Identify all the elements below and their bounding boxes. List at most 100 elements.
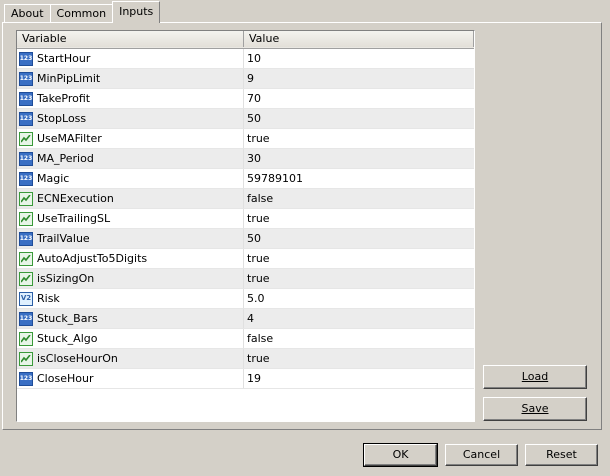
- value-cell[interactable]: 10: [244, 49, 474, 68]
- tab-strip: About Common Inputs: [4, 1, 161, 23]
- variable-name: UseTrailingSL: [37, 212, 111, 225]
- integer-icon: 123: [19, 151, 33, 166]
- integer-icon: 123: [19, 111, 33, 126]
- table-row[interactable]: 123 Magic 59789101: [17, 169, 474, 189]
- value-cell[interactable]: false: [244, 189, 474, 208]
- integer-icon: 123: [19, 311, 33, 326]
- value-cell[interactable]: 4: [244, 309, 474, 328]
- variable-name: CloseHour: [37, 372, 94, 385]
- value-text: 10: [247, 52, 261, 65]
- value-cell[interactable]: true: [244, 249, 474, 268]
- value-text: 59789101: [247, 172, 303, 185]
- variable-cell: 123 StartHour: [17, 49, 244, 68]
- column-header-value[interactable]: Value: [244, 31, 474, 47]
- variable-name: TrailValue: [37, 232, 90, 245]
- variable-cell: 123 MinPipLimit: [17, 69, 244, 88]
- value-text: 5.0: [247, 292, 265, 305]
- variable-cell: 123 StopLoss: [17, 109, 244, 128]
- boolean-icon: [19, 331, 33, 346]
- value-cell[interactable]: 19: [244, 369, 474, 388]
- table-row[interactable]: isSizingOn true: [17, 269, 474, 289]
- variable-cell: 123 Magic: [17, 169, 244, 188]
- boolean-icon: [19, 211, 33, 226]
- tab-about[interactable]: About: [4, 4, 51, 23]
- value-text: 50: [247, 232, 261, 245]
- reset-button[interactable]: Reset: [525, 444, 598, 466]
- save-button[interactable]: Save: [483, 397, 587, 421]
- table-row[interactable]: 123 Stuck_Bars 4: [17, 309, 474, 329]
- table-row[interactable]: 123 StartHour 10: [17, 49, 474, 69]
- value-cell[interactable]: true: [244, 209, 474, 228]
- grid-rows: 123 StartHour 10 123 MinPipLimit 9 123 TakeProf…: [17, 49, 474, 389]
- variable-name: StopLoss: [37, 112, 87, 125]
- value-cell[interactable]: 50: [244, 229, 474, 248]
- integer-icon: 123: [19, 231, 33, 246]
- value-cell[interactable]: true: [244, 349, 474, 368]
- value-text: true: [247, 252, 270, 265]
- variable-cell: 123 CloseHour: [17, 369, 244, 388]
- variable-name: isCloseHourOn: [37, 352, 118, 365]
- boolean-icon: [19, 191, 33, 206]
- table-row[interactable]: UseMAFilter true: [17, 129, 474, 149]
- variable-cell: isSizingOn: [17, 269, 244, 288]
- value-text: true: [247, 212, 270, 225]
- value-cell[interactable]: 50: [244, 109, 474, 128]
- value-text: 70: [247, 92, 261, 105]
- table-row[interactable]: isCloseHourOn true: [17, 349, 474, 369]
- table-row[interactable]: ECNExecution false: [17, 189, 474, 209]
- cancel-button[interactable]: Cancel: [445, 444, 518, 466]
- value-text: 4: [247, 312, 254, 325]
- value-cell[interactable]: 5.0: [244, 289, 474, 308]
- table-row[interactable]: Stuck_Algo false: [17, 329, 474, 349]
- integer-icon: 123: [19, 91, 33, 106]
- value-cell[interactable]: true: [244, 129, 474, 148]
- variable-name: Stuck_Bars: [37, 312, 98, 325]
- variable-cell: 123 TrailValue: [17, 229, 244, 248]
- table-row[interactable]: 123 TakeProfit 70: [17, 89, 474, 109]
- value-text: 50: [247, 112, 261, 125]
- variable-name: MA_Period: [37, 152, 94, 165]
- integer-icon: 123: [19, 371, 33, 386]
- variable-cell: AutoAdjustTo5Digits: [17, 249, 244, 268]
- table-row[interactable]: 123 MinPipLimit 9: [17, 69, 474, 89]
- tab-common[interactable]: Common: [49, 4, 114, 23]
- table-row[interactable]: 123 TrailValue 50: [17, 229, 474, 249]
- value-cell[interactable]: 59789101: [244, 169, 474, 188]
- value-cell[interactable]: 30: [244, 149, 474, 168]
- value-cell[interactable]: true: [244, 269, 474, 288]
- variable-cell: V2 Risk: [17, 289, 244, 308]
- value-cell[interactable]: 70: [244, 89, 474, 108]
- inputs-grid: Variable Value 123 StartHour 10 123 MinPipLi…: [16, 30, 475, 422]
- value-text: true: [247, 352, 270, 365]
- variable-name: MinPipLimit: [37, 72, 101, 85]
- variable-name: Risk: [37, 292, 60, 305]
- value-text: 30: [247, 152, 261, 165]
- table-row[interactable]: 123 StopLoss 50: [17, 109, 474, 129]
- load-button-label: Load: [521, 370, 549, 383]
- table-row[interactable]: 123 MA_Period 30: [17, 149, 474, 169]
- table-row[interactable]: UseTrailingSL true: [17, 209, 474, 229]
- table-row[interactable]: V2 Risk 5.0: [17, 289, 474, 309]
- integer-icon: 123: [19, 171, 33, 186]
- value-cell[interactable]: 9: [244, 69, 474, 88]
- variable-name: isSizingOn: [37, 272, 95, 285]
- variable-name: Magic: [37, 172, 70, 185]
- variable-cell: UseTrailingSL: [17, 209, 244, 228]
- value-text: 9: [247, 72, 254, 85]
- boolean-icon: [19, 251, 33, 266]
- ok-button[interactable]: OK: [363, 443, 438, 467]
- save-button-label: Save: [521, 402, 549, 415]
- tab-inputs[interactable]: Inputs: [112, 1, 161, 23]
- variable-cell: 123 Stuck_Bars: [17, 309, 244, 328]
- table-row[interactable]: AutoAdjustTo5Digits true: [17, 249, 474, 269]
- value-text: true: [247, 272, 270, 285]
- load-button[interactable]: Load: [483, 365, 587, 389]
- value-cell[interactable]: false: [244, 329, 474, 348]
- variable-cell: ECNExecution: [17, 189, 244, 208]
- boolean-icon: [19, 351, 33, 366]
- column-header-variable[interactable]: Variable: [17, 31, 244, 47]
- variable-name: TakeProfit: [37, 92, 91, 105]
- variable-name: Stuck_Algo: [37, 332, 98, 345]
- table-row[interactable]: 123 CloseHour 19: [17, 369, 474, 389]
- variable-cell: UseMAFilter: [17, 129, 244, 148]
